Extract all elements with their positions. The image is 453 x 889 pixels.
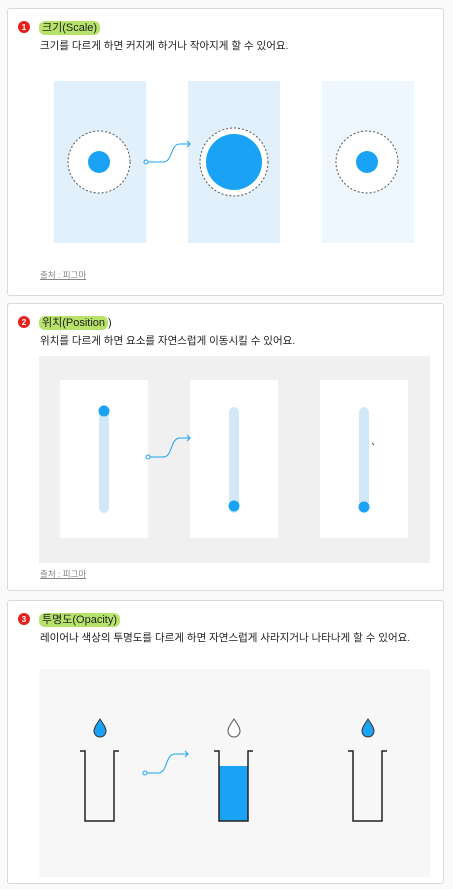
section-scale: 1 크기(Scale) 크기를 다르게 하면 커지게 하거나 작아지게 할 수 … (7, 8, 444, 296)
dot-medium (356, 151, 378, 173)
track-3 (359, 407, 369, 513)
track-1 (99, 407, 109, 513)
source-link[interactable]: 출처 : 피그마 (40, 568, 86, 580)
dot-top (98, 405, 110, 417)
section-opacity: 3 투명도(Opacity) 레이어나 색상의 투명도를 다르게 하면 자연스럽… (7, 600, 444, 884)
dot-small (88, 151, 110, 173)
opacity-illustration (39, 669, 430, 877)
cup-water (219, 766, 248, 821)
source-link[interactable]: 출처 : 피그마 (40, 269, 86, 281)
track-2 (229, 407, 239, 513)
dot-bottom-2 (358, 501, 370, 513)
dot-large (206, 134, 262, 190)
position-illustration (39, 356, 430, 563)
section-position: 2 위치(Position) 위치를 다르게 하면 요소를 자연스럽게 이동시킬… (7, 303, 444, 591)
arrow-icon (143, 140, 191, 165)
scale-illustration (54, 81, 414, 243)
dot-bottom (228, 500, 240, 512)
